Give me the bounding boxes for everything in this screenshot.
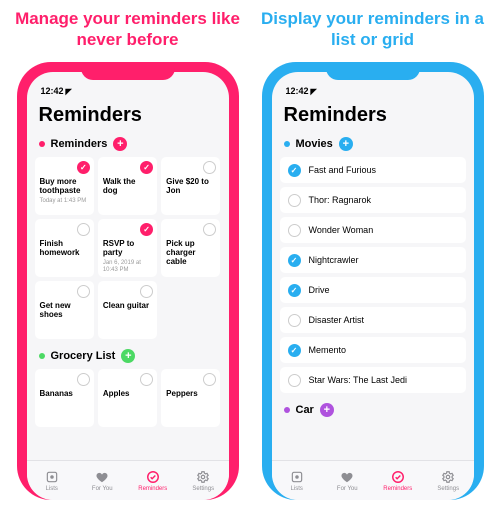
list-item[interactable]: Nightcrawler: [280, 247, 466, 273]
checkbox-icon[interactable]: [140, 161, 153, 174]
tab-bar: Lists For You Reminders Settings: [272, 460, 474, 500]
checkbox-icon[interactable]: [140, 373, 153, 386]
tab-bar: Lists For You Reminders Settings: [27, 460, 229, 500]
foryou-icon: [339, 469, 355, 485]
section-dot-icon: [284, 141, 290, 147]
reminder-card[interactable]: RSVP to partyJan 6, 2019 at 10:43 PM: [98, 219, 157, 277]
reminder-card[interactable]: Give $20 to Jon: [161, 157, 220, 215]
reminders-grid: Buy more toothpasteToday at 1:43 PM Walk…: [27, 157, 229, 339]
reminder-card[interactable]: Walk the dog: [98, 157, 157, 215]
reminder-card[interactable]: Apples: [98, 369, 157, 427]
status-time: 12:42: [286, 86, 309, 96]
page-title: Reminders: [272, 96, 474, 133]
section-dot-icon: [39, 353, 45, 359]
add-button[interactable]: +: [121, 349, 135, 363]
section-name: Car: [296, 404, 314, 416]
phone-notch: [81, 62, 175, 80]
reminder-card[interactable]: Peppers: [161, 369, 220, 427]
reminders-icon: [390, 469, 406, 485]
checkbox-icon[interactable]: [288, 284, 301, 297]
location-arrow-icon: ◤: [66, 87, 72, 96]
lists-icon: [289, 469, 305, 485]
section-dot-icon: [284, 407, 290, 413]
list-item[interactable]: Drive: [280, 277, 466, 303]
reminder-card[interactable]: Finish homework: [35, 219, 94, 277]
section-name: Movies: [296, 138, 333, 150]
checkbox-icon[interactable]: [77, 161, 90, 174]
checkbox-icon[interactable]: [288, 344, 301, 357]
checkbox-icon[interactable]: [140, 223, 153, 236]
phone-frame: 12:42 ◤ Reminders Reminders + Buy more t…: [17, 62, 239, 500]
promo-grid: Manage your reminders like never before …: [14, 8, 241, 514]
checkbox-icon[interactable]: [203, 373, 216, 386]
settings-icon: [195, 469, 211, 485]
checkbox-icon[interactable]: [288, 374, 301, 387]
reminder-card[interactable]: Bananas: [35, 369, 94, 427]
tab-settings[interactable]: Settings: [423, 461, 474, 500]
section-header-grocery[interactable]: Grocery List +: [27, 345, 229, 369]
promo-headline: Manage your reminders like never before: [14, 8, 241, 52]
list-item[interactable]: Fast and Furious: [280, 157, 466, 183]
tab-lists[interactable]: Lists: [27, 461, 78, 500]
add-button[interactable]: +: [339, 137, 353, 151]
foryou-icon: [94, 469, 110, 485]
checkbox-icon[interactable]: [288, 224, 301, 237]
phone-frame: 12:42 ◤ Reminders Movies + Fast and Furi…: [262, 62, 484, 500]
section-header-reminders[interactable]: Reminders +: [27, 133, 229, 157]
settings-icon: [440, 469, 456, 485]
checkbox-icon[interactable]: [203, 161, 216, 174]
promo-list: Display your reminders in a list or grid…: [259, 8, 486, 514]
checkbox-icon[interactable]: [288, 254, 301, 267]
tab-foryou[interactable]: For You: [322, 461, 373, 500]
reminder-card[interactable]: Pick up charger cable: [161, 219, 220, 277]
list-item[interactable]: Memento: [280, 337, 466, 363]
tab-reminders[interactable]: Reminders: [128, 461, 179, 500]
section-dot-icon: [39, 141, 45, 147]
checkbox-icon[interactable]: [203, 223, 216, 236]
list-item[interactable]: Disaster Artist: [280, 307, 466, 333]
lists-icon: [44, 469, 60, 485]
tab-foryou[interactable]: For You: [77, 461, 128, 500]
add-button[interactable]: +: [320, 403, 334, 417]
page-title: Reminders: [27, 96, 229, 133]
list-item[interactable]: Thor: Ragnarok: [280, 187, 466, 213]
section-name: Reminders: [51, 138, 108, 150]
reminder-card[interactable]: Clean guitar: [98, 281, 157, 339]
checkbox-icon[interactable]: [77, 285, 90, 298]
add-button[interactable]: +: [113, 137, 127, 151]
section-header-movies[interactable]: Movies +: [272, 133, 474, 157]
checkbox-icon[interactable]: [288, 314, 301, 327]
reminder-card[interactable]: Get new shoes: [35, 281, 94, 339]
checkbox-icon[interactable]: [77, 223, 90, 236]
checkbox-icon[interactable]: [288, 164, 301, 177]
tab-settings[interactable]: Settings: [178, 461, 229, 500]
location-arrow-icon: ◤: [311, 87, 317, 96]
grocery-grid: Bananas Apples Peppers: [27, 369, 229, 427]
status-time: 12:42: [41, 86, 64, 96]
checkbox-icon[interactable]: [77, 373, 90, 386]
checkbox-icon[interactable]: [288, 194, 301, 207]
tab-lists[interactable]: Lists: [272, 461, 323, 500]
list-item[interactable]: Star Wars: The Last Jedi: [280, 367, 466, 393]
reminder-card[interactable]: Buy more toothpasteToday at 1:43 PM: [35, 157, 94, 215]
tab-reminders[interactable]: Reminders: [373, 461, 424, 500]
section-header-car[interactable]: Car +: [272, 399, 474, 423]
phone-screen: 12:42 ◤ Reminders Reminders + Buy more t…: [27, 72, 229, 500]
movies-list: Fast and Furious Thor: Ragnarok Wonder W…: [272, 157, 474, 393]
reminders-icon: [145, 469, 161, 485]
list-item[interactable]: Wonder Woman: [280, 217, 466, 243]
phone-notch: [326, 62, 420, 80]
phone-screen: 12:42 ◤ Reminders Movies + Fast and Furi…: [272, 72, 474, 500]
promo-headline: Display your reminders in a list or grid: [259, 8, 486, 52]
checkbox-icon[interactable]: [140, 285, 153, 298]
section-name: Grocery List: [51, 350, 116, 362]
